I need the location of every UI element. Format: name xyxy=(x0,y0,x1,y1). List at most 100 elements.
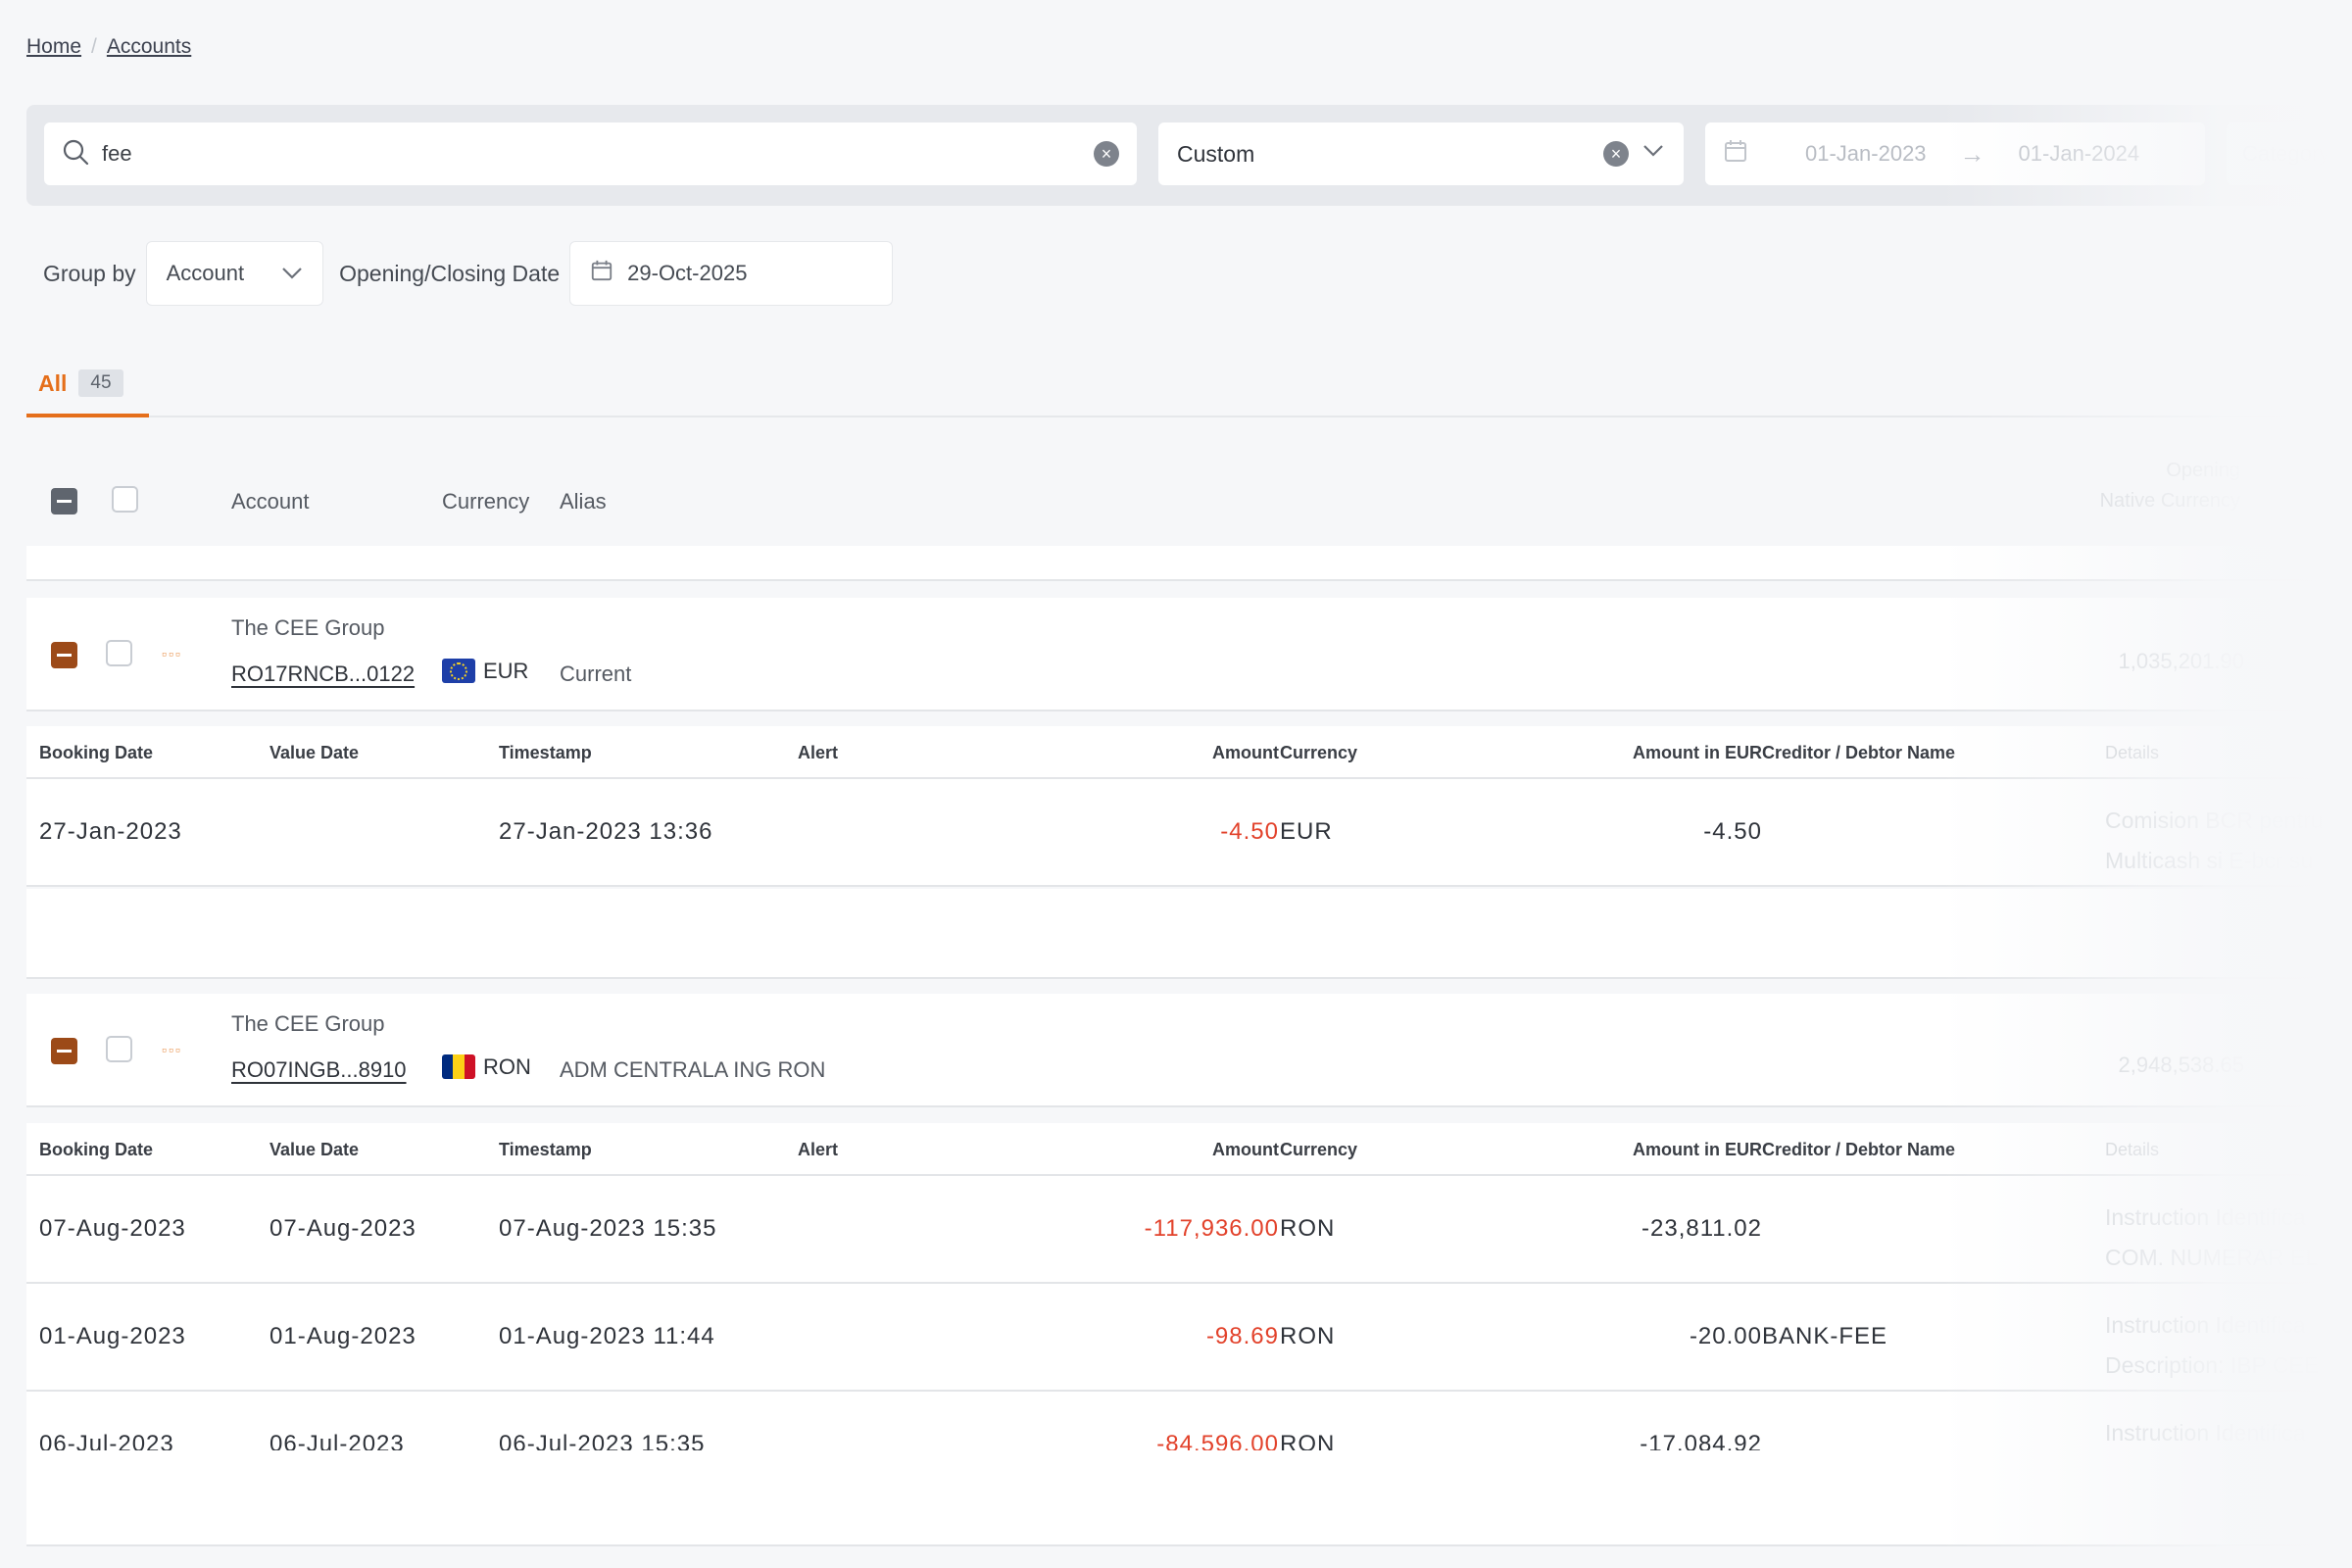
opening-closing-date-picker[interactable]: 29-Oct-2025 xyxy=(569,241,894,306)
period-value: Custom xyxy=(1177,140,1255,167)
details-line1: Instruction Identifica xyxy=(2105,1420,2306,1446)
booking-date-header[interactable]: Booking Date xyxy=(39,743,153,763)
transactions-table-header: Booking Date Value Date Timestamp Alert … xyxy=(26,1123,2352,1176)
opening-header-line2: Native Currency xyxy=(2099,490,2240,512)
opening-column-header[interactable]: Opening Native Currency xyxy=(2100,456,2240,516)
details: Instruction Identifica COM. NUMERAR EL xyxy=(2105,1198,2318,1278)
amount-header[interactable]: Amount xyxy=(1212,743,1279,763)
timestamp-header[interactable]: Timestamp xyxy=(499,1140,592,1160)
breadcrumb-home-link[interactable]: Home xyxy=(26,35,81,59)
alias-column-header[interactable]: Alias xyxy=(560,489,607,514)
opening-closing-date-label: Opening/Closing Date xyxy=(339,260,561,286)
account-checkbox[interactable] xyxy=(106,1036,132,1062)
opening-header-line1: Opening xyxy=(2166,460,2240,481)
account-column-header[interactable]: Account xyxy=(231,489,310,514)
chevron-down-icon xyxy=(281,261,303,286)
timestamp: 01-Aug-2023 11:44 xyxy=(499,1323,715,1349)
amount-eur-header[interactable]: Amount in EUR xyxy=(1633,1140,1762,1160)
breadcrumb-accounts-link[interactable]: Accounts xyxy=(107,35,191,59)
date-range-picker[interactable]: 01-Jan-2023 → 01-Jan-2024 xyxy=(1705,122,2205,185)
creditor-header[interactable]: Creditor / Debtor Name xyxy=(1762,1140,1955,1160)
transaction-row[interactable]: 27-Jan-2023 27-Jan-2023 13:36 -4.50 EUR … xyxy=(26,779,2352,887)
details-line2: COM. NUMERAR EL xyxy=(2105,1245,2319,1270)
tab-bar: All 45 xyxy=(26,353,2352,417)
account-alias: Current xyxy=(560,662,632,686)
account-opening-balance: 2,948,538.65 xyxy=(2118,1053,2244,1077)
account-group-row: ▫▫▫ The CEE Group RO17RNCB...0122 EUR Cu… xyxy=(26,598,2352,711)
booking-date-header[interactable]: Booking Date xyxy=(39,1140,153,1160)
account-checkbox[interactable] xyxy=(106,640,132,666)
value-date-header[interactable]: Value Date xyxy=(270,1140,359,1160)
tab-all-label: All xyxy=(38,369,68,396)
arrow-right-icon: → xyxy=(1959,138,1985,169)
amount-header[interactable]: Amount xyxy=(1212,1140,1279,1160)
booking-date: 07-Aug-2023 xyxy=(39,1215,186,1242)
tab-all[interactable]: All 45 xyxy=(26,353,149,417)
account-org-name: The CEE Group xyxy=(231,1011,385,1036)
value-date: 01-Aug-2023 xyxy=(270,1323,416,1349)
creditor-header[interactable]: Creditor / Debtor Name xyxy=(1762,743,1955,763)
group-by-select[interactable]: Account xyxy=(145,241,324,306)
details-line1: Instruction Identifica xyxy=(2105,1204,2306,1230)
transaction-row[interactable]: 07-Aug-2023 07-Aug-2023 07-Aug-2023 15:3… xyxy=(26,1176,2352,1284)
details: Comision BCR pentru Multicash si E-bcr s… xyxy=(2105,801,2323,881)
amount-eur: -20.00 xyxy=(1689,1323,1762,1349)
amount-eur-header[interactable]: Amount in EUR xyxy=(1633,743,1762,763)
opening-closing-date-value: 29-Oct-2025 xyxy=(627,261,748,285)
eu-flag-icon xyxy=(442,659,475,683)
booking-date: 27-Jan-2023 xyxy=(39,818,182,845)
amount: -98.69 xyxy=(1205,1323,1279,1349)
amount: -4.50 xyxy=(1220,818,1279,845)
booking-date: 01-Aug-2023 xyxy=(39,1323,186,1349)
more-options-icon[interactable]: ▫▫▫ xyxy=(162,1042,182,1057)
currency-column-header[interactable]: Currency xyxy=(442,489,529,514)
more-options-icon[interactable]: ▫▫▫ xyxy=(162,646,182,662)
value-date-header[interactable]: Value Date xyxy=(270,743,359,763)
account-number-link[interactable]: RO17RNCB...0122 xyxy=(231,662,415,687)
clear-period-icon[interactable]: × xyxy=(1603,141,1629,167)
calendar-icon xyxy=(1723,138,1748,170)
amount: -117,936.00 xyxy=(1144,1215,1279,1242)
select-all-checkbox[interactable] xyxy=(112,486,138,513)
category-select[interactable]: Category xyxy=(2227,122,2352,185)
details-line2: Description: IBP CEE xyxy=(2105,1352,2320,1378)
calendar-icon xyxy=(590,259,613,288)
collapse-group-toggle[interactable] xyxy=(51,642,77,668)
currency-header[interactable]: Currency xyxy=(1280,1140,1357,1160)
details-line1: Comision BCR pentru xyxy=(2105,808,2324,833)
amount-eur: -4.50 xyxy=(1703,818,1762,845)
alert-header[interactable]: Alert xyxy=(798,1140,838,1160)
transaction-row[interactable]: 01-Aug-2023 01-Aug-2023 01-Aug-2023 11:4… xyxy=(26,1284,2352,1392)
group-footer-spacer xyxy=(26,889,2352,979)
collapse-group-toggle[interactable] xyxy=(51,1038,77,1064)
period-select[interactable]: Custom × xyxy=(1158,122,1684,185)
details-header[interactable]: Details xyxy=(2105,743,2159,763)
search-input[interactable] xyxy=(102,141,1062,167)
details-line1: Instruction Identifica xyxy=(2105,1312,2306,1338)
filter-bar: × Custom × 01-Jan-2023 → 01-Jan-2024 Cat… xyxy=(26,105,2352,206)
alert-header[interactable]: Alert xyxy=(798,743,838,763)
creditor-name: BANK-FEE xyxy=(1762,1323,1888,1349)
transactions-table-header: Booking Date Value Date Timestamp Alert … xyxy=(26,726,2352,779)
account-number-link[interactable]: RO07INGB...8910 xyxy=(231,1057,407,1083)
collapse-all-toggle[interactable] xyxy=(51,488,77,514)
breadcrumb-separator: / xyxy=(91,35,97,58)
chevron-down-icon[interactable] xyxy=(1642,144,1664,163)
ro-flag-icon xyxy=(442,1054,475,1079)
group-by-value: Account xyxy=(166,261,245,285)
tab-all-count-badge: 45 xyxy=(78,369,123,397)
transactions-table: Booking Date Value Date Timestamp Alert … xyxy=(26,726,2352,887)
search-box[interactable]: × xyxy=(44,122,1137,185)
date-to[interactable]: 01-Jan-2024 xyxy=(2019,141,2140,167)
clear-search-icon[interactable]: × xyxy=(1094,141,1119,167)
currency: RON xyxy=(1280,1215,1336,1242)
details-header[interactable]: Details xyxy=(2105,1140,2159,1160)
account-currency: RON xyxy=(483,1054,531,1079)
accounts-table-header: Account Currency Alias Opening Native Cu… xyxy=(26,456,2352,581)
timestamp-header[interactable]: Timestamp xyxy=(499,743,592,763)
currency-header[interactable]: Currency xyxy=(1280,743,1357,763)
timestamp: 07-Aug-2023 15:35 xyxy=(499,1215,717,1242)
date-from[interactable]: 01-Jan-2023 xyxy=(1805,141,1927,167)
header-divider xyxy=(26,546,2352,581)
account-alias: ADM CENTRALA ING RON xyxy=(560,1057,826,1082)
